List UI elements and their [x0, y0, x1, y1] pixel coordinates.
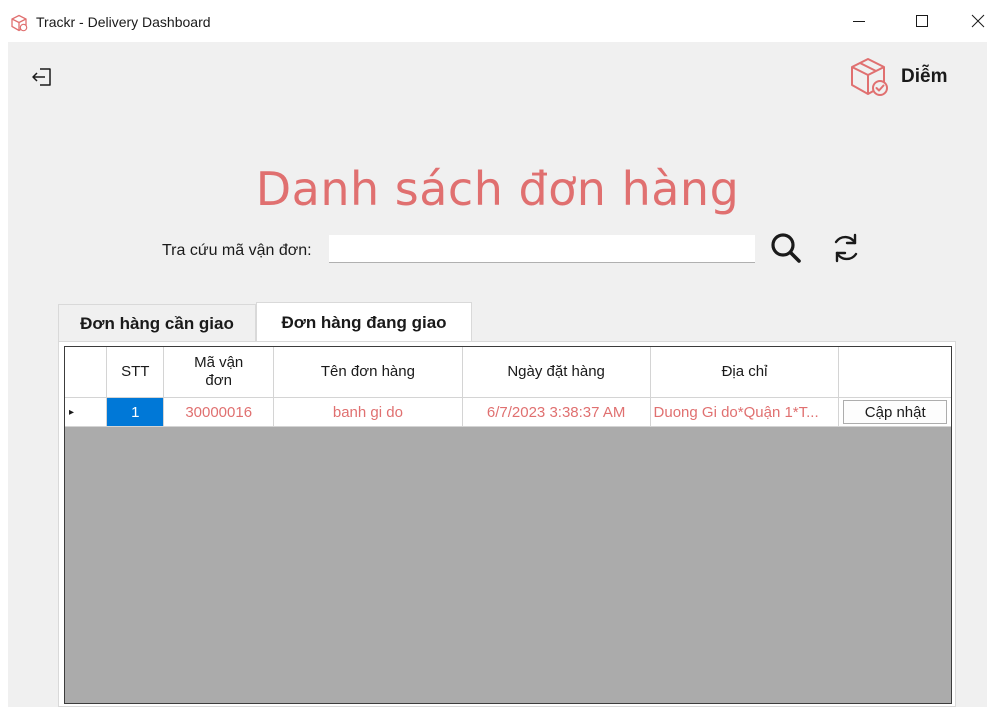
maximize-button[interactable]	[899, 0, 945, 42]
column-header-tracking-code[interactable]: Mã vận đơn	[163, 347, 275, 398]
tab-panel: STT Mã vận đơn Tên đơn hàng Ngày đặt hàn…	[58, 341, 956, 707]
tab-orders-in-delivery[interactable]: Đơn hàng đang giao	[256, 302, 472, 342]
update-button[interactable]: Cập nhật	[843, 400, 948, 424]
orders-table: STT Mã vận đơn Tên đơn hàng Ngày đặt hàn…	[65, 347, 951, 427]
cell-stt[interactable]: 1	[106, 397, 165, 427]
row-header-corner	[65, 347, 108, 398]
row-indicator-icon[interactable]: ▸	[65, 397, 108, 427]
tab-label: Đơn hàng cần giao	[80, 313, 234, 333]
package-check-icon	[851, 58, 888, 96]
logout-icon[interactable]	[30, 64, 56, 90]
page-title: Danh sách đơn hàng	[255, 162, 740, 216]
cell-tracking-code[interactable]: 30000016	[163, 397, 275, 427]
refresh-icon[interactable]	[828, 230, 864, 266]
column-header-label: Mã vận đơn	[194, 354, 244, 389]
window-title: Trackr - Delivery Dashboard	[36, 14, 211, 30]
table-header-row: STT Mã vận đơn Tên đơn hàng Ngày đặt hàn…	[65, 347, 951, 398]
tab-label: Đơn hàng đang giao	[281, 312, 447, 332]
cell-order-name[interactable]: banh gi do	[273, 397, 463, 427]
search-input[interactable]	[329, 235, 755, 263]
maximize-icon	[916, 15, 928, 27]
title-bar: Trackr - Delivery Dashboard	[0, 0, 995, 42]
column-header-stt[interactable]: STT	[106, 347, 165, 398]
package-icon	[11, 14, 28, 32]
cell-address[interactable]: Duong Gi do*Quận 1*T...	[650, 397, 840, 427]
tab-orders-to-deliver[interactable]: Đơn hàng cần giao	[58, 304, 256, 342]
search-label: Tra cứu mã vận đơn:	[162, 242, 312, 259]
column-header-action[interactable]	[838, 347, 951, 398]
search-icon[interactable]	[768, 230, 804, 266]
column-header-address[interactable]: Địa chỉ	[650, 347, 840, 398]
table-row[interactable]: ▸ 1 30000016 banh gi do 6/7/2023 3:38:37…	[65, 397, 951, 427]
minimize-icon	[853, 21, 865, 22]
column-header-order-date[interactable]: Ngày đặt hàng	[462, 347, 651, 398]
cell-order-date[interactable]: 6/7/2023 3:38:37 AM	[462, 397, 651, 427]
minimize-button[interactable]	[836, 0, 882, 42]
close-button[interactable]	[955, 0, 995, 42]
cell-action: Cập nhật	[838, 397, 951, 427]
close-icon	[971, 14, 985, 28]
orders-grid[interactable]: STT Mã vận đơn Tên đơn hàng Ngày đặt hàn…	[64, 346, 952, 704]
column-header-order-name[interactable]: Tên đơn hàng	[273, 347, 463, 398]
dashboard-body: Diễm Danh sách đơn hàng Tra cứu mã vận đ…	[8, 42, 987, 707]
user-name: Diễm	[901, 66, 948, 87]
